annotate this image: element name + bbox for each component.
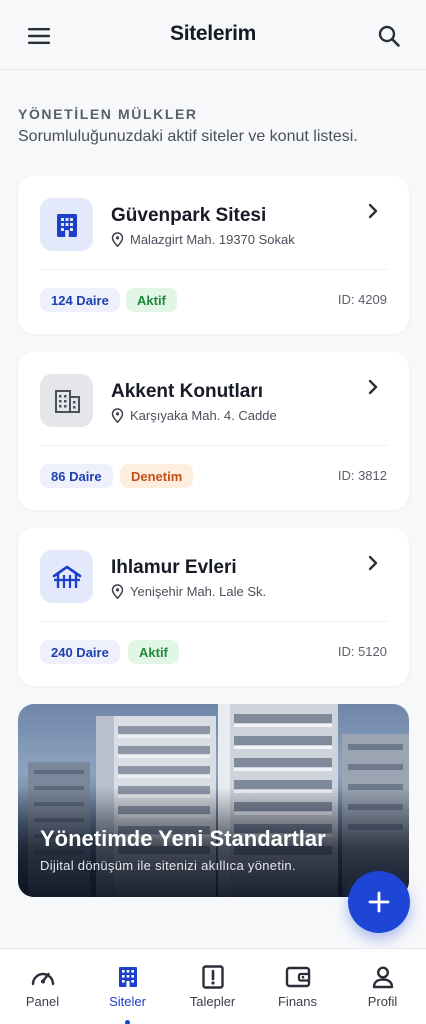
search-icon[interactable] <box>374 21 404 51</box>
site-address-text: Malazgirt Mah. 19370 Sokak <box>130 232 295 247</box>
apartment-icon <box>114 964 142 990</box>
active-tab-indicator <box>125 1020 130 1024</box>
site-address-text: Yenişehir Mah. Lale Sk. <box>130 584 267 599</box>
site-id: ID: 5120 <box>337 644 387 659</box>
chevron-right-icon[interactable] <box>365 202 381 220</box>
wallet-icon <box>284 964 312 990</box>
status-badge: Aktif <box>128 640 179 664</box>
add-site-button[interactable] <box>348 871 410 933</box>
promo-banner[interactable]: Yönetimde Yeni Standartlar Dijital dönüş… <box>18 704 409 897</box>
person-icon <box>369 964 397 990</box>
banner-title: Yönetimde Yeni Standartlar <box>40 826 326 851</box>
section-eyebrow: YÖNETİLEN MÜLKLER <box>18 106 198 122</box>
chevron-right-icon[interactable] <box>365 554 381 572</box>
status-badge: Aktif <box>126 288 177 312</box>
section-subtitle: Sorumluluğunuzdaki aktif siteler ve konu… <box>18 128 358 145</box>
nav-label: Profil <box>367 994 398 1009</box>
site-name: Güvenpark Sitesi <box>111 205 267 226</box>
site-id: ID: 4209 <box>337 292 387 307</box>
site-card[interactable]: Güvenpark Sitesi Malazgirt Mah. 19370 So… <box>18 176 409 334</box>
units-badge: 124 Daire <box>40 288 120 312</box>
top-app-bar: Sitelerim <box>0 0 426 70</box>
nav-item-profil[interactable]: Profil <box>340 949 425 1021</box>
location-pin-icon <box>111 232 124 247</box>
units-badge: 86 Daire <box>40 464 113 488</box>
card-divider <box>40 445 387 446</box>
apartment-icon <box>40 198 93 251</box>
card-divider <box>40 269 387 270</box>
site-name: Akkent Konutları <box>111 381 264 402</box>
bottom-navigation: Panel Siteler Talepler Finans Profil <box>0 948 426 1024</box>
alert-clipboard-icon <box>199 964 227 990</box>
nav-label: Finans <box>277 994 318 1009</box>
nav-item-panel[interactable]: Panel <box>0 949 85 1021</box>
plus-icon <box>368 891 390 913</box>
page-title: Sitelerim <box>169 22 256 45</box>
site-address-text: Karşıyaka Mah. 4. Cadde <box>130 408 277 423</box>
site-address: Yenişehir Mah. Lale Sk. <box>111 584 266 599</box>
site-address: Malazgirt Mah. 19370 Sokak <box>111 232 295 247</box>
chevron-right-icon[interactable] <box>365 378 381 396</box>
card-divider <box>40 621 387 622</box>
site-id: ID: 3812 <box>337 468 387 483</box>
site-card[interactable]: Akkent Konutları Karşıyaka Mah. 4. Cadde… <box>18 352 409 510</box>
banner-subtitle: Dijital dönüşüm ile sitenizi akıllıca yö… <box>40 858 296 873</box>
nav-item-talepler[interactable]: Talepler <box>170 949 255 1021</box>
location-pin-icon <box>111 408 124 423</box>
nav-label: Siteler <box>109 994 146 1009</box>
status-badge: Denetim <box>120 464 194 488</box>
nav-item-finans[interactable]: Finans <box>255 949 340 1021</box>
nav-item-siteler[interactable]: Siteler <box>85 949 170 1021</box>
site-name: Ihlamur Evleri <box>111 557 237 578</box>
units-badge: 240 Daire <box>40 640 120 664</box>
site-card[interactable]: Ihlamur Evleri Yenişehir Mah. Lale Sk. 2… <box>18 528 409 686</box>
nav-label: Talepler <box>189 994 236 1009</box>
house-icon <box>40 550 93 603</box>
office-building-icon <box>40 374 93 427</box>
site-address: Karşıyaka Mah. 4. Cadde <box>111 408 277 423</box>
location-pin-icon <box>111 584 124 599</box>
speedometer-icon <box>29 964 57 990</box>
nav-label: Panel <box>25 994 60 1009</box>
